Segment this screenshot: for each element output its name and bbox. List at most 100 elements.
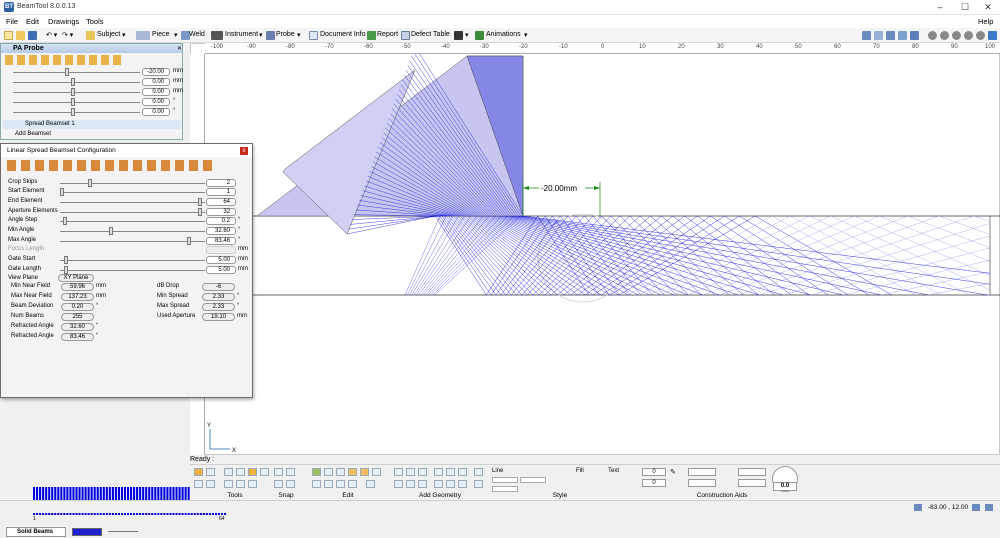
snap-tool-icon[interactable] — [248, 468, 257, 476]
slider-thumb[interactable] — [109, 227, 113, 235]
beamset-item[interactable]: Spread Beamset 1 — [3, 120, 181, 129]
delete-icon[interactable] — [372, 468, 381, 476]
instrument-button[interactable]: Instrument — [225, 31, 258, 38]
param-spinbox[interactable]: 32 — [206, 208, 236, 216]
aid-x-input[interactable] — [688, 468, 716, 476]
pen-tool-icon[interactable] — [194, 480, 203, 488]
line-width-select[interactable] — [520, 477, 546, 483]
paste-icon[interactable] — [360, 468, 369, 476]
param-slider[interactable] — [60, 221, 205, 222]
document-info-button[interactable]: Document Info — [320, 31, 366, 38]
magnet-tool-icon[interactable] — [206, 468, 215, 476]
line-dash-select[interactable] — [492, 486, 518, 492]
param-spinbox[interactable]: 2 — [206, 179, 236, 187]
probe-button[interactable]: Probe — [276, 31, 295, 38]
save-icon[interactable] — [28, 31, 37, 40]
snap-mid-icon[interactable] — [274, 480, 283, 488]
add-tangent-icon[interactable] — [474, 468, 483, 476]
menu-drawings[interactable]: Drawings — [48, 17, 79, 26]
param-slider[interactable] — [60, 192, 205, 193]
zoom-window-icon[interactable] — [964, 31, 973, 40]
camera-icon[interactable] — [454, 31, 463, 40]
layout-icon[interactable] — [874, 31, 883, 40]
offset-tool-icon[interactable] — [248, 480, 257, 488]
param-spinbox[interactable]: 83.46 — [206, 237, 236, 245]
slider-thumb[interactable] — [198, 198, 202, 206]
solid-beams-select[interactable]: Solid Beams — [6, 527, 66, 537]
rotate-icon[interactable] — [312, 480, 321, 488]
view-icon[interactable] — [886, 31, 895, 40]
add-beamset-button[interactable]: Add Beamset — [3, 130, 181, 139]
add-polygon-icon[interactable] — [418, 480, 427, 488]
slider-thumb[interactable] — [88, 179, 92, 187]
param-slider[interactable] — [60, 260, 205, 261]
opacity-slider[interactable] — [108, 531, 138, 532]
dialog-close-icon[interactable]: x — [240, 147, 248, 155]
copy-icon[interactable] — [348, 468, 357, 476]
mirror-icon[interactable] — [324, 468, 333, 476]
group-icon[interactable] — [348, 480, 357, 488]
param-slider[interactable] — [60, 212, 205, 213]
param-slider[interactable] — [60, 231, 205, 232]
snap-point-icon[interactable] — [286, 468, 295, 476]
redo-icon[interactable]: ↷ ▾ — [62, 31, 73, 39]
param-spinbox[interactable]: 1 — [206, 188, 236, 196]
add-square-icon[interactable] — [446, 480, 455, 488]
menu-edit[interactable]: Edit — [26, 17, 39, 26]
undo-icon[interactable]: ↶ ▾ — [46, 31, 57, 39]
menu-help[interactable]: Help — [978, 17, 993, 26]
add-polyline-icon[interactable] — [406, 468, 415, 476]
param-spinbox[interactable]: 5.00 — [206, 266, 236, 274]
window-icon[interactable] — [910, 31, 919, 40]
slider-thumb[interactable] — [64, 266, 68, 274]
add-arc-icon[interactable] — [418, 468, 427, 476]
menu-tools[interactable]: Tools — [86, 17, 104, 26]
new-file-icon[interactable] — [4, 31, 13, 40]
aid-length-input[interactable] — [738, 468, 766, 476]
param-spinbox[interactable]: 0.2 — [206, 217, 236, 225]
piece-button[interactable]: Piece — [152, 31, 170, 38]
param-slider[interactable] — [60, 202, 205, 203]
param-slider[interactable] — [60, 270, 205, 271]
add-curve-icon[interactable] — [458, 468, 467, 476]
panel-icon[interactable] — [898, 31, 907, 40]
select-tool-icon[interactable] — [194, 468, 203, 476]
open-folder-icon[interactable] — [16, 31, 25, 40]
spin-input-1[interactable]: 0 — [642, 468, 666, 476]
param-spinbox[interactable]: 32.60 — [206, 227, 236, 235]
add-angle-icon[interactable] — [434, 468, 443, 476]
arc-tool-icon[interactable] — [206, 480, 215, 488]
add-circle-icon[interactable] — [394, 480, 403, 488]
spin-input-2[interactable]: 0 — [642, 479, 666, 487]
minimize-icon[interactable]: – — [930, 2, 950, 13]
color-picker-icon[interactable] — [72, 528, 102, 536]
line-style-select[interactable] — [492, 477, 518, 483]
extend-tool-icon[interactable] — [236, 480, 245, 488]
slider-thumb[interactable] — [198, 208, 202, 216]
pencil-icon[interactable]: ✎ — [670, 468, 676, 476]
cut-icon[interactable] — [336, 468, 345, 476]
menu-file[interactable]: File — [6, 17, 18, 26]
add-rect-icon[interactable] — [406, 480, 415, 488]
aid-angle-input[interactable] — [738, 479, 766, 487]
defect-table-button[interactable]: Defect Table — [411, 31, 450, 38]
add-v-icon[interactable] — [446, 468, 455, 476]
param-slider[interactable] — [60, 183, 205, 184]
add-ellipse-icon[interactable] — [434, 480, 443, 488]
maximize-icon[interactable]: ☐ — [955, 2, 975, 13]
add-spline-icon[interactable] — [458, 480, 467, 488]
scale-icon[interactable] — [324, 480, 333, 488]
align-icon[interactable] — [336, 480, 345, 488]
snap-line-icon[interactable] — [274, 468, 283, 476]
dialog-toolbar[interactable] — [7, 160, 217, 171]
pan-icon[interactable] — [976, 31, 985, 40]
rect-tool-icon[interactable] — [236, 468, 245, 476]
measure-tool-icon[interactable] — [224, 468, 233, 476]
zoom-out-icon[interactable] — [940, 31, 949, 40]
subject-button[interactable]: Subject — [97, 31, 120, 38]
report-button[interactable]: Report — [377, 31, 398, 38]
zoom-tool-icon[interactable] — [260, 468, 269, 476]
panel-close-icon[interactable]: ✕ — [177, 45, 182, 52]
add-notch-icon[interactable] — [474, 480, 483, 488]
trim-tool-icon[interactable] — [224, 480, 233, 488]
